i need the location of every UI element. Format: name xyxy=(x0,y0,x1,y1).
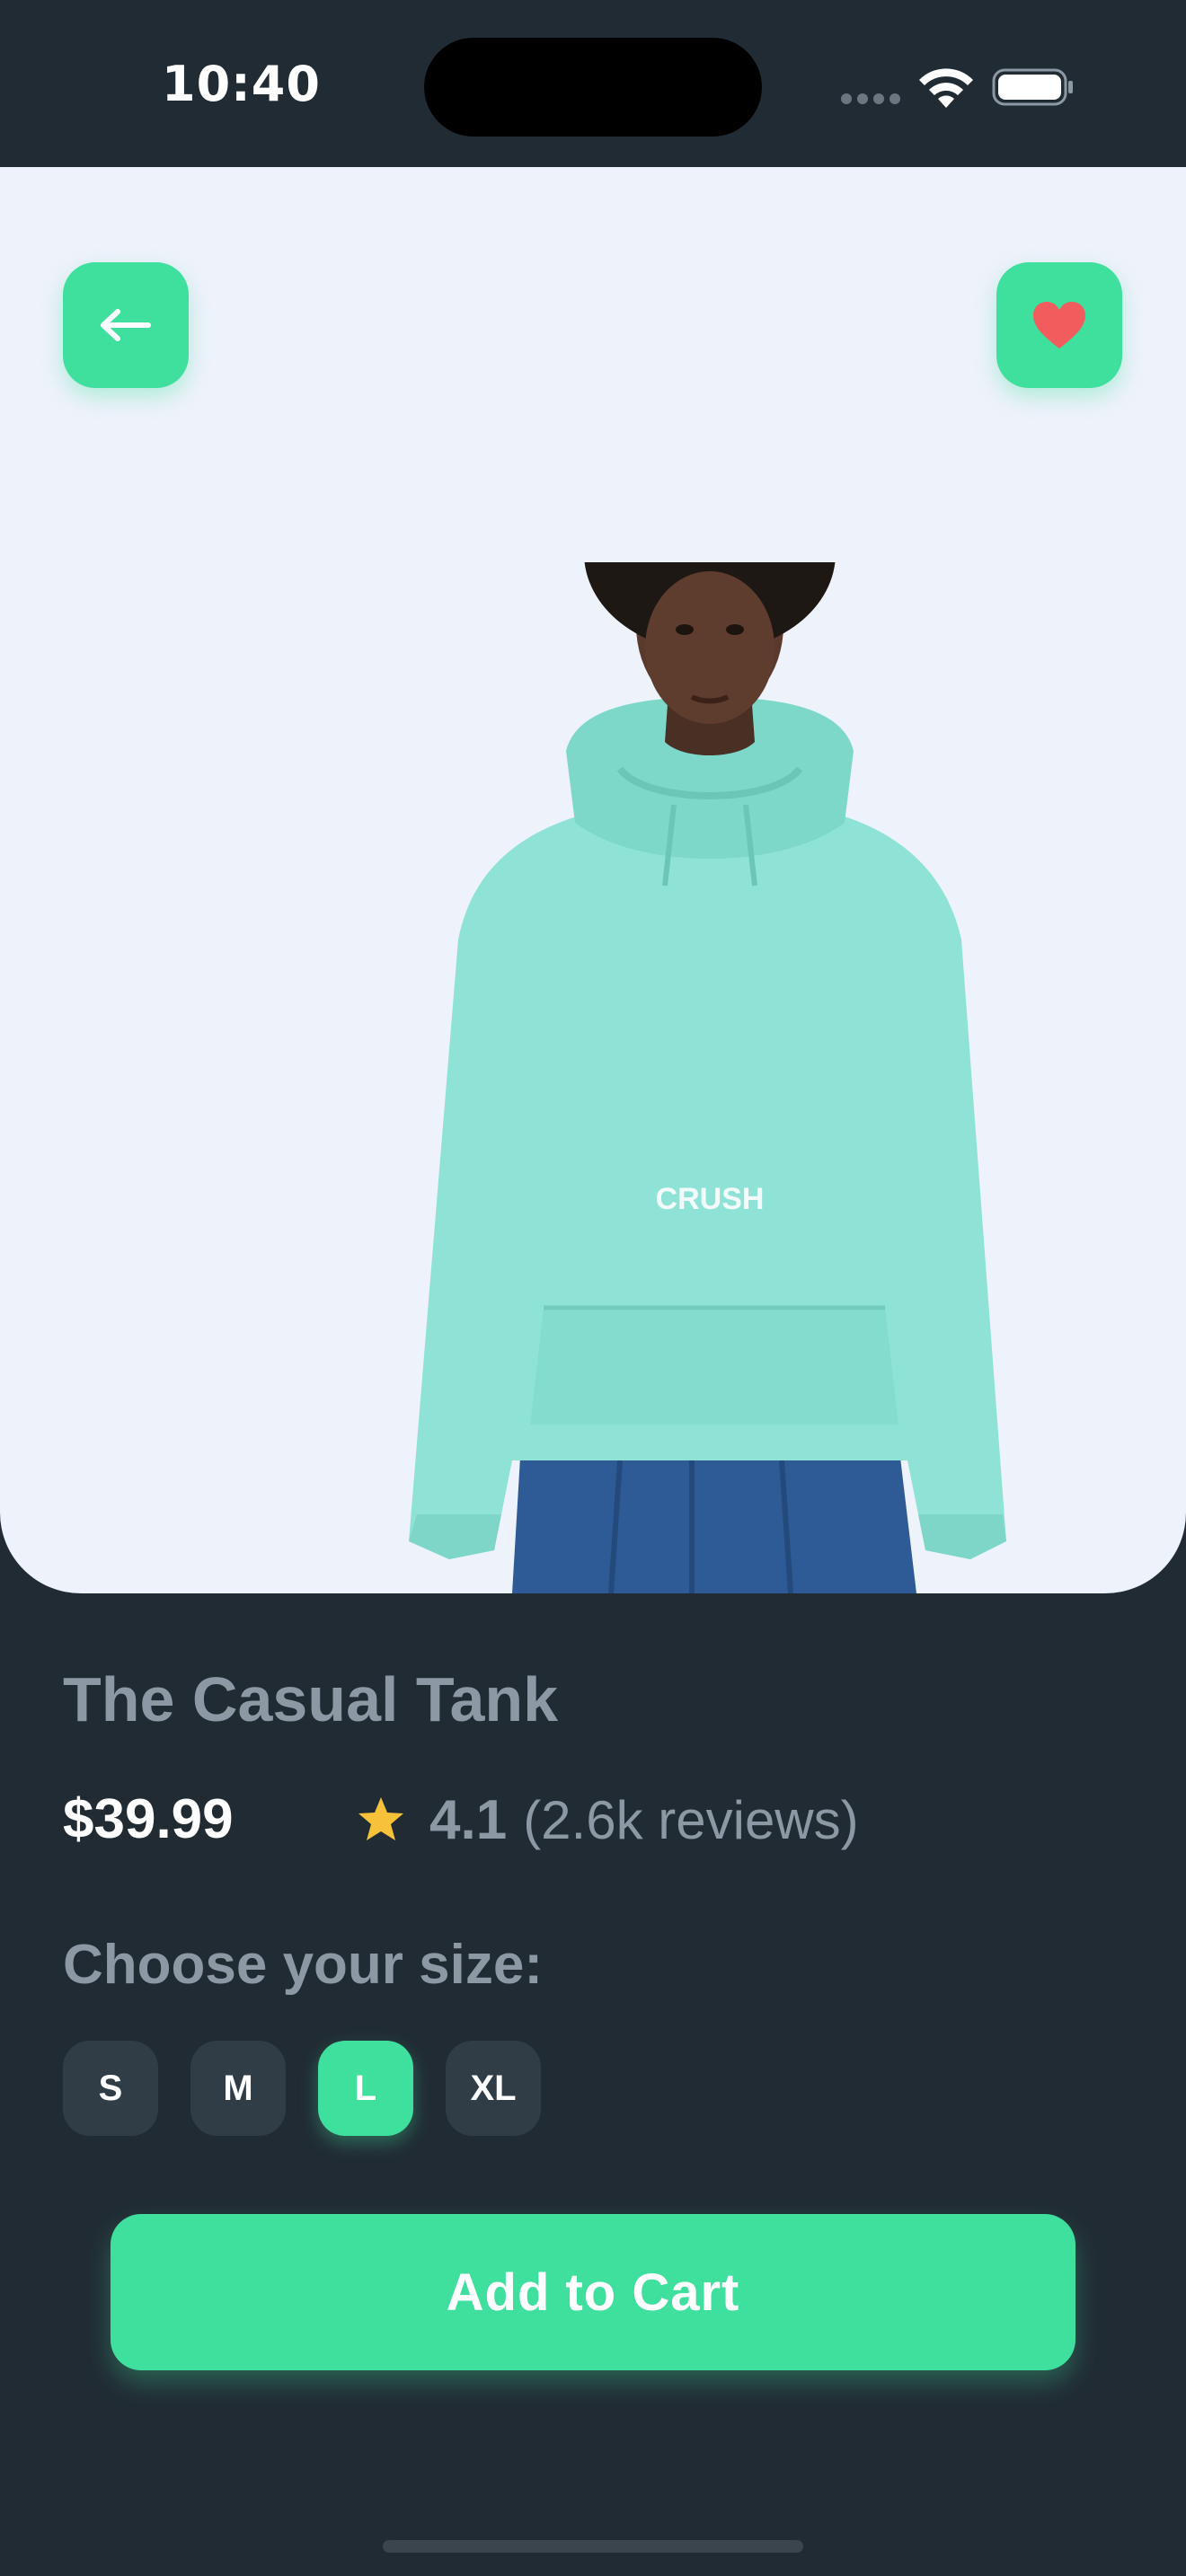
product-price: $39.99 xyxy=(63,1788,234,1850)
product-model-photo: CRUSH xyxy=(409,562,1006,1593)
product-rating: 4.1 (2.6k reviews) xyxy=(356,1787,859,1852)
status-time: 10:40 xyxy=(162,56,321,112)
size-option-xl[interactable]: XL xyxy=(446,2041,541,2136)
wifi-icon xyxy=(919,68,973,108)
home-indicator[interactable] xyxy=(383,2540,803,2553)
sweater-print: CRUSH xyxy=(656,1182,765,1216)
dynamic-island xyxy=(424,38,762,137)
add-to-cart-button[interactable]: Add to Cart xyxy=(111,2214,1075,2370)
rating-value: 4.1 xyxy=(429,1788,508,1851)
size-option-s[interactable]: S xyxy=(63,2041,158,2136)
product-title: The Casual Tank xyxy=(63,1664,559,1734)
size-selector: S M L XL xyxy=(63,2041,541,2136)
size-heading: Choose your size: xyxy=(63,1934,543,1996)
battery-icon xyxy=(992,68,1073,106)
favorite-button[interactable] xyxy=(996,262,1122,388)
star-icon xyxy=(358,1797,403,1840)
heart-icon xyxy=(1033,302,1085,348)
review-count[interactable]: (2.6k reviews) xyxy=(523,1789,858,1851)
size-option-m[interactable]: M xyxy=(190,2041,286,2136)
product-image-card: CRUSH xyxy=(0,167,1186,1593)
arrow-left-icon xyxy=(101,309,151,341)
cellular-signal-icon xyxy=(841,93,902,104)
back-button[interactable] xyxy=(63,262,189,388)
status-bar: 10:40 xyxy=(0,0,1186,167)
size-option-l[interactable]: L xyxy=(318,2041,413,2136)
